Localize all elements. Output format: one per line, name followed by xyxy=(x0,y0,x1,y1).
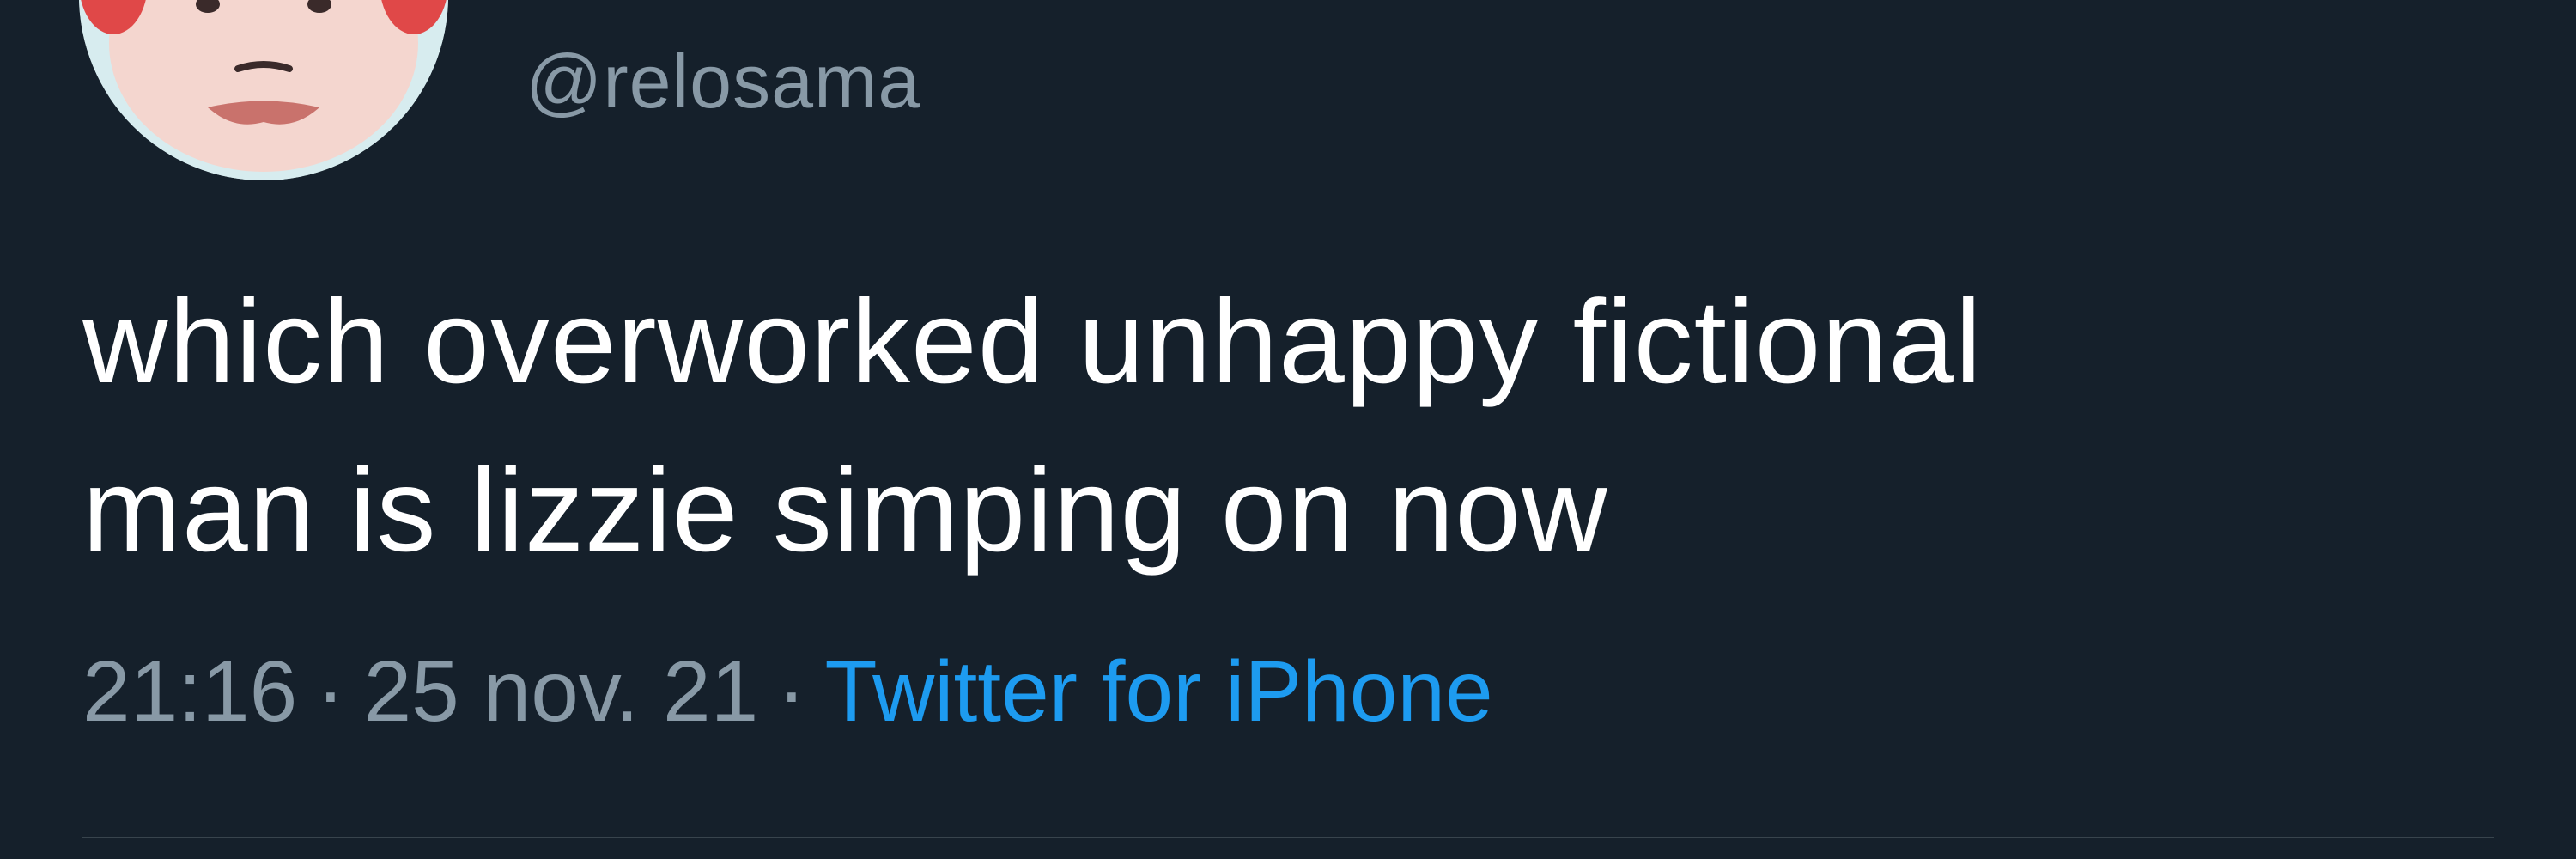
separator-dot: · xyxy=(316,643,345,740)
tweet-time[interactable]: 21:16 xyxy=(82,643,297,740)
tweet-metadata: 21:16 · 25 nov. 21 · Twitter for iPhone xyxy=(82,643,1493,741)
tweet-text-line: which overworked unhappy fictional xyxy=(82,276,1983,408)
tweet-text-line: man is lizzie simping on now xyxy=(82,444,1608,576)
tweet-source-link[interactable]: Twitter for iPhone xyxy=(825,643,1493,740)
avatar[interactable] xyxy=(79,0,448,180)
divider xyxy=(82,837,2494,838)
villager-avatar-icon xyxy=(79,0,448,180)
user-handle[interactable]: @relosama xyxy=(526,38,920,125)
tweet-text: which overworked unhappy fictional man i… xyxy=(82,258,2487,594)
separator-dot: · xyxy=(777,643,806,740)
tweet-card: @relosama which overworked unhappy ficti… xyxy=(0,0,2576,859)
tweet-date[interactable]: 25 nov. 21 xyxy=(364,643,759,740)
